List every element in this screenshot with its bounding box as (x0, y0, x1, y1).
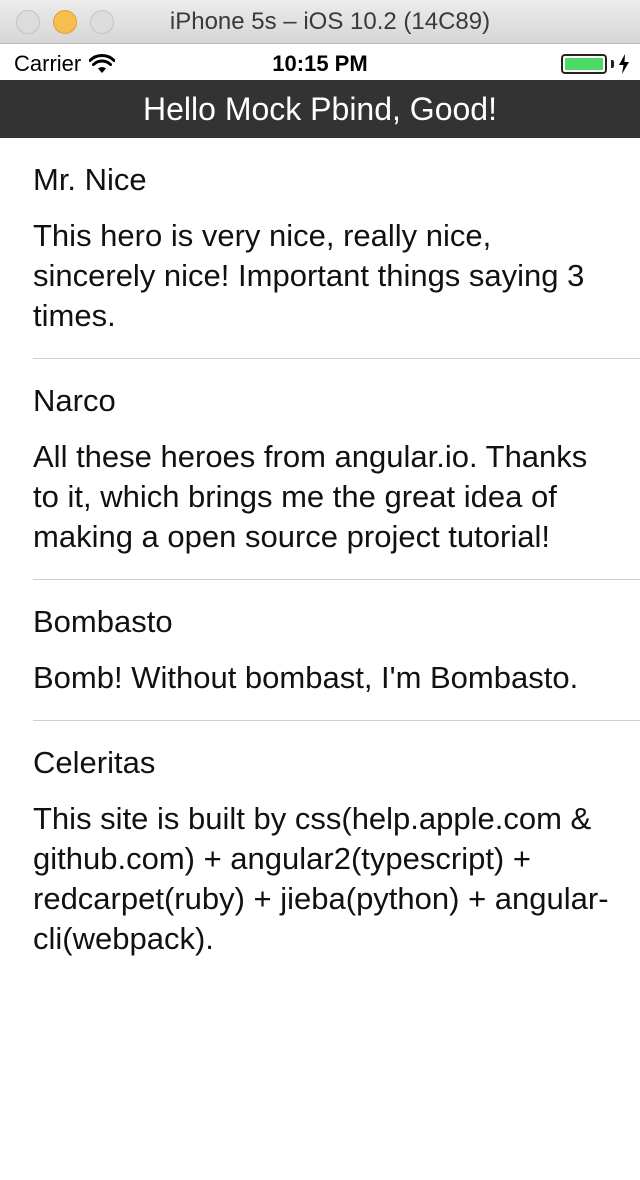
status-time: 10:15 PM (272, 51, 368, 76)
nav-title: Hello Mock Pbind, Good! (143, 91, 497, 127)
battery-tip (611, 60, 614, 68)
hero-list-item[interactable]: Mr. Nice This hero is very nice, really … (33, 138, 640, 359)
battery-indicator (561, 54, 630, 74)
window-title: iPhone 5s – iOS 10.2 (14C89) (169, 8, 491, 35)
hero-list-item[interactable]: Narco All these heroes from angular.io. … (33, 359, 640, 580)
battery-icon (561, 54, 607, 74)
charging-bolt-icon (619, 54, 629, 74)
hero-list: Mr. Nice This hero is very nice, really … (0, 138, 640, 981)
hero-description: All these heroes from angular.io. Thanks… (33, 439, 588, 554)
hero-name: Bombasto (33, 604, 173, 639)
hero-description: This site is built by css(help.apple.com… (33, 801, 609, 956)
hero-description: This hero is very nice, really nice, sin… (33, 218, 585, 333)
hero-name: Narco (33, 383, 116, 418)
hero-list-item[interactable]: Celeritas This site is built by css(help… (33, 721, 640, 981)
hero-list-item[interactable]: Bombasto Bomb! Without bombast, I'm Bomb… (33, 580, 640, 721)
hero-description: Bomb! Without bombast, I'm Bombasto. (33, 660, 579, 695)
hero-name: Mr. Nice (33, 162, 147, 197)
ios-status-bar: Carrier 10:15 PM (0, 44, 640, 80)
battery-fill (565, 58, 603, 70)
hero-name: Celeritas (33, 745, 156, 780)
simulator-title-bar: iPhone 5s – iOS 10.2 (14C89) (0, 0, 640, 44)
navigation-bar: Hello Mock Pbind, Good! (0, 80, 640, 138)
